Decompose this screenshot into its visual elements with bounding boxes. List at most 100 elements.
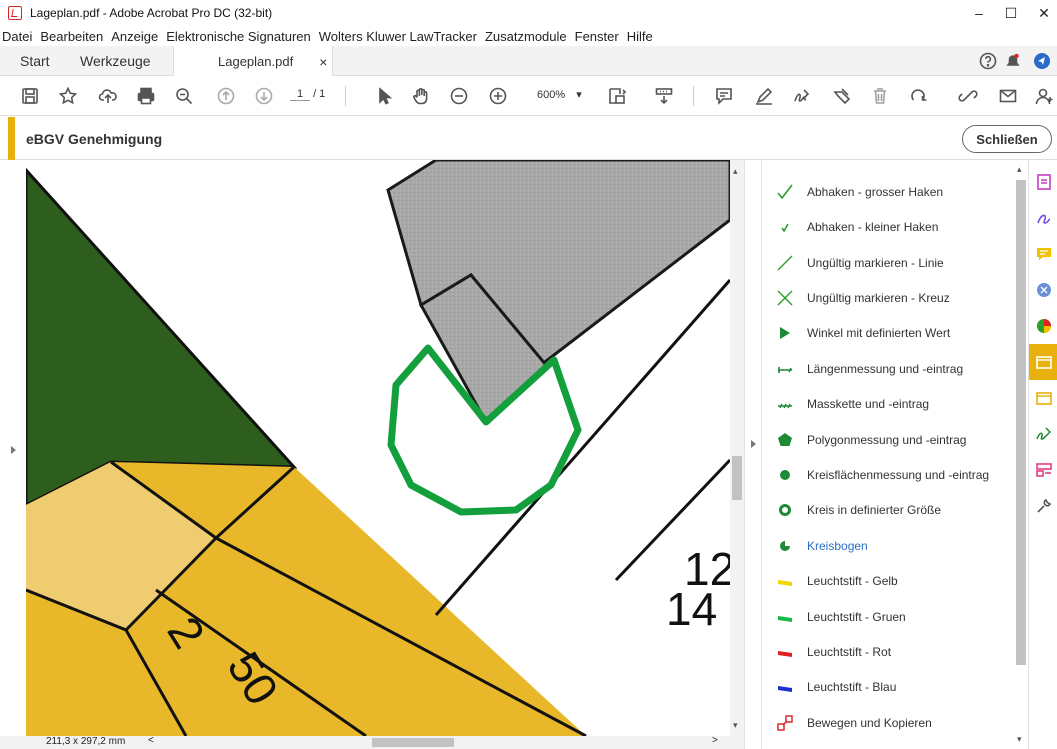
tool-item-length-measure[interactable]: Längenmessung und -eintrag <box>762 351 1014 387</box>
select-cursor-icon[interactable] <box>372 84 396 108</box>
expand-left-panel-icon[interactable] <box>11 446 16 454</box>
tool-item-label: Bewegen und Kopieren <box>807 716 932 730</box>
tool-item-large-check[interactable]: Abhaken - grosser Haken <box>762 174 1014 210</box>
toolbar-divider <box>345 86 346 106</box>
plan-number-2: 14 <box>666 583 717 635</box>
link-edit-icon[interactable] <box>956 84 980 108</box>
bookmark-star-icon[interactable] <box>56 84 80 108</box>
tool-item-label: Winkel mit definierten Wert <box>807 326 951 340</box>
menu-fenster[interactable]: Fenster <box>571 29 623 44</box>
highlight-pen-icon[interactable] <box>752 84 776 108</box>
tool-item-circle-area[interactable]: Kreisflächenmessung und -eintrag <box>762 457 1014 493</box>
tool-item-invalid-cross[interactable]: Ungültig markieren - Kreuz <box>762 280 1014 316</box>
page-size-label: 211,3 x 297,2 mm <box>46 736 126 747</box>
scroll-down-icon[interactable]: ▾ <box>733 720 738 731</box>
combine-colors-icon[interactable] <box>1029 308 1057 344</box>
sign-icon[interactable] <box>790 84 814 108</box>
send-review-icon[interactable] <box>1029 272 1057 308</box>
scroll-down-icon[interactable]: ▾ <box>1017 734 1022 745</box>
menu-datei[interactable]: Datei <box>0 29 36 44</box>
delete-icon[interactable] <box>868 84 892 108</box>
close-tool-button[interactable]: Schließen <box>962 125 1052 153</box>
help-icon[interactable] <box>976 49 1000 73</box>
tool-item-small-check[interactable]: Abhaken - kleiner Haken <box>762 209 1014 245</box>
hand-tool-icon[interactable] <box>409 84 433 108</box>
tab-document[interactable]: Lageplan.pdf × <box>173 46 333 77</box>
print-icon[interactable] <box>134 84 158 108</box>
comment-icon[interactable] <box>712 84 736 108</box>
tool-item-highlighter-red[interactable]: Leuchtstift - Rot <box>762 634 1014 670</box>
collapse-panel-icon[interactable] <box>751 440 756 448</box>
zoom-search-icon[interactable] <box>172 84 196 108</box>
close-icon[interactable]: ✕ <box>1029 0 1057 26</box>
menu-anzeige[interactable]: Anzeige <box>107 29 162 44</box>
tool-item-highlighter-yellow[interactable]: Leuchtstift - Gelb <box>762 563 1014 599</box>
notification-bell-icon[interactable] <box>1001 49 1025 73</box>
document-view[interactable]: 12 14 50 2 <box>26 160 730 736</box>
tool-item-label: Leuchtstift - Rot <box>807 645 892 659</box>
left-nav-strip <box>0 160 26 736</box>
menu-elektronische-signaturen[interactable]: Elektronische Signaturen <box>162 29 315 44</box>
ebgv-tool-icon[interactable] <box>1029 344 1057 380</box>
menu-hilfe[interactable]: Hilfe <box>623 29 657 44</box>
tool-item-highlighter-blue[interactable]: Leuchtstift - Blau <box>762 669 1014 705</box>
tab-werkzeuge[interactable]: Werkzeuge <box>80 46 151 76</box>
tool-item-invalid-line[interactable]: Ungültig markieren - Linie <box>762 245 1014 281</box>
more-tools-icon[interactable] <box>1029 488 1057 524</box>
tab-close-icon[interactable]: × <box>319 54 327 70</box>
page-number-input[interactable]: 1 <box>290 88 310 101</box>
scroll-up-icon[interactable]: ▴ <box>1017 164 1022 175</box>
next-page-icon[interactable] <box>252 84 276 108</box>
tool-item-angle[interactable]: Winkel mit definierten Wert <box>762 315 1014 351</box>
export-pdf-icon[interactable] <box>1029 164 1057 200</box>
calendar-tool-icon[interactable] <box>1029 380 1057 416</box>
tool-item-polygon[interactable]: Polygonmessung und -eintrag <box>762 422 1014 458</box>
stamp-icon[interactable] <box>830 84 854 108</box>
menu-zusatzmodule[interactable]: Zusatzmodule <box>481 29 571 44</box>
tab-start[interactable]: Start <box>20 46 50 76</box>
tool-item-arc[interactable]: Kreisbogen <box>762 528 1014 564</box>
maximize-icon[interactable]: ☐ <box>996 0 1026 26</box>
accent-bar <box>8 117 15 160</box>
fill-sign-icon[interactable] <box>1029 200 1057 236</box>
upload-cloud-icon[interactable] <box>96 84 120 108</box>
scroll-left-icon[interactable]: < <box>148 735 154 746</box>
email-icon[interactable] <box>996 84 1020 108</box>
save-icon[interactable] <box>18 84 42 108</box>
organize-pages-icon[interactable] <box>1029 452 1057 488</box>
scroll-thumb[interactable] <box>1016 180 1026 665</box>
panel-splitter[interactable] <box>744 160 762 749</box>
share-icon[interactable] <box>1030 49 1054 73</box>
tool-item-label: Masskette und -eintrag <box>807 397 930 411</box>
scroll-thumb[interactable] <box>732 456 742 500</box>
comment-tool-icon[interactable] <box>1029 236 1057 272</box>
previous-page-icon[interactable] <box>214 84 238 108</box>
minimize-icon[interactable]: – <box>964 0 994 26</box>
scroll-up-icon[interactable]: ▴ <box>733 166 738 177</box>
panel-scrollbar[interactable]: ▴ ▾ <box>1014 160 1028 749</box>
tool-item-dimension-chain[interactable]: Masskette und -eintrag <box>762 386 1014 422</box>
menu-bearbeiten[interactable]: Bearbeiten <box>36 29 107 44</box>
main-toolbar: 1 / 1 600% ▾ <box>0 76 1057 116</box>
window-title: Lageplan.pdf - Adobe Acrobat Pro DC (32-… <box>30 6 273 20</box>
zoom-in-icon[interactable] <box>486 84 510 108</box>
tool-item-label: Leuchtstift - Blau <box>807 680 897 694</box>
rotate-icon[interactable] <box>906 84 930 108</box>
zoom-dropdown[interactable]: 600% ▾ <box>537 88 582 101</box>
scroll-right-icon[interactable]: > <box>712 735 718 746</box>
add-user-icon[interactable] <box>1032 84 1056 108</box>
page-fit-icon[interactable] <box>605 84 629 108</box>
circle-defined-icon <box>776 501 794 519</box>
tool-item-circle-defined[interactable]: Kreis in definierter Größe <box>762 492 1014 528</box>
highlighter-red-icon <box>776 643 794 661</box>
tool-item-label: Abhaken - grosser Haken <box>807 185 944 199</box>
horizontal-scroll-thumb[interactable] <box>372 738 454 747</box>
zoom-out-icon[interactable] <box>447 84 471 108</box>
signature-tool-icon[interactable] <box>1029 416 1057 452</box>
tool-item-move-copy[interactable]: Bewegen und Kopieren <box>762 705 1014 741</box>
document-vertical-scrollbar[interactable]: ▴ ▾ <box>730 160 744 736</box>
tool-item-highlighter-green[interactable]: Leuchtstift - Gruen <box>762 599 1014 635</box>
tool-item-label: Polygonmessung und -eintrag <box>807 433 967 447</box>
menu-wolters-kluwer-lawtracker[interactable]: Wolters Kluwer LawTracker <box>315 29 481 44</box>
scroll-mode-icon[interactable] <box>652 84 676 108</box>
